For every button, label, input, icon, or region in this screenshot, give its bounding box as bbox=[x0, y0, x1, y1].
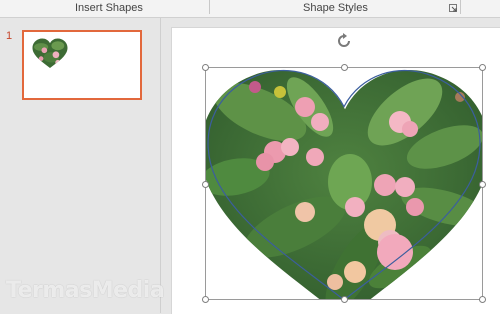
dialog-launcher-icon[interactable] bbox=[449, 4, 457, 12]
slide-number: 1 bbox=[6, 30, 13, 42]
insert-shapes-group-label: Insert Shapes bbox=[75, 2, 143, 14]
resize-handle-bottom-right[interactable] bbox=[479, 296, 486, 303]
slide-thumbnail[interactable] bbox=[22, 30, 142, 100]
resize-handle-bottom[interactable] bbox=[341, 296, 348, 303]
watermark-text: TermasMedia bbox=[6, 278, 165, 303]
resize-handle-right[interactable] bbox=[479, 181, 486, 188]
resize-handle-top-left[interactable] bbox=[202, 64, 209, 71]
ribbon-separator bbox=[460, 0, 461, 14]
selection-frame bbox=[205, 67, 483, 300]
resize-handle-top[interactable] bbox=[341, 64, 348, 71]
resize-handle-bottom-left[interactable] bbox=[202, 296, 209, 303]
resize-handle-left[interactable] bbox=[202, 181, 209, 188]
ribbon-separator bbox=[209, 0, 210, 14]
rotate-handle-icon[interactable] bbox=[335, 32, 353, 55]
shape-styles-group-label: Shape Styles bbox=[303, 2, 368, 14]
resize-handle-top-right[interactable] bbox=[479, 64, 486, 71]
thumbnail-heart-image bbox=[32, 38, 68, 68]
ribbon-group-labels: Insert Shapes Shape Styles bbox=[0, 0, 500, 18]
